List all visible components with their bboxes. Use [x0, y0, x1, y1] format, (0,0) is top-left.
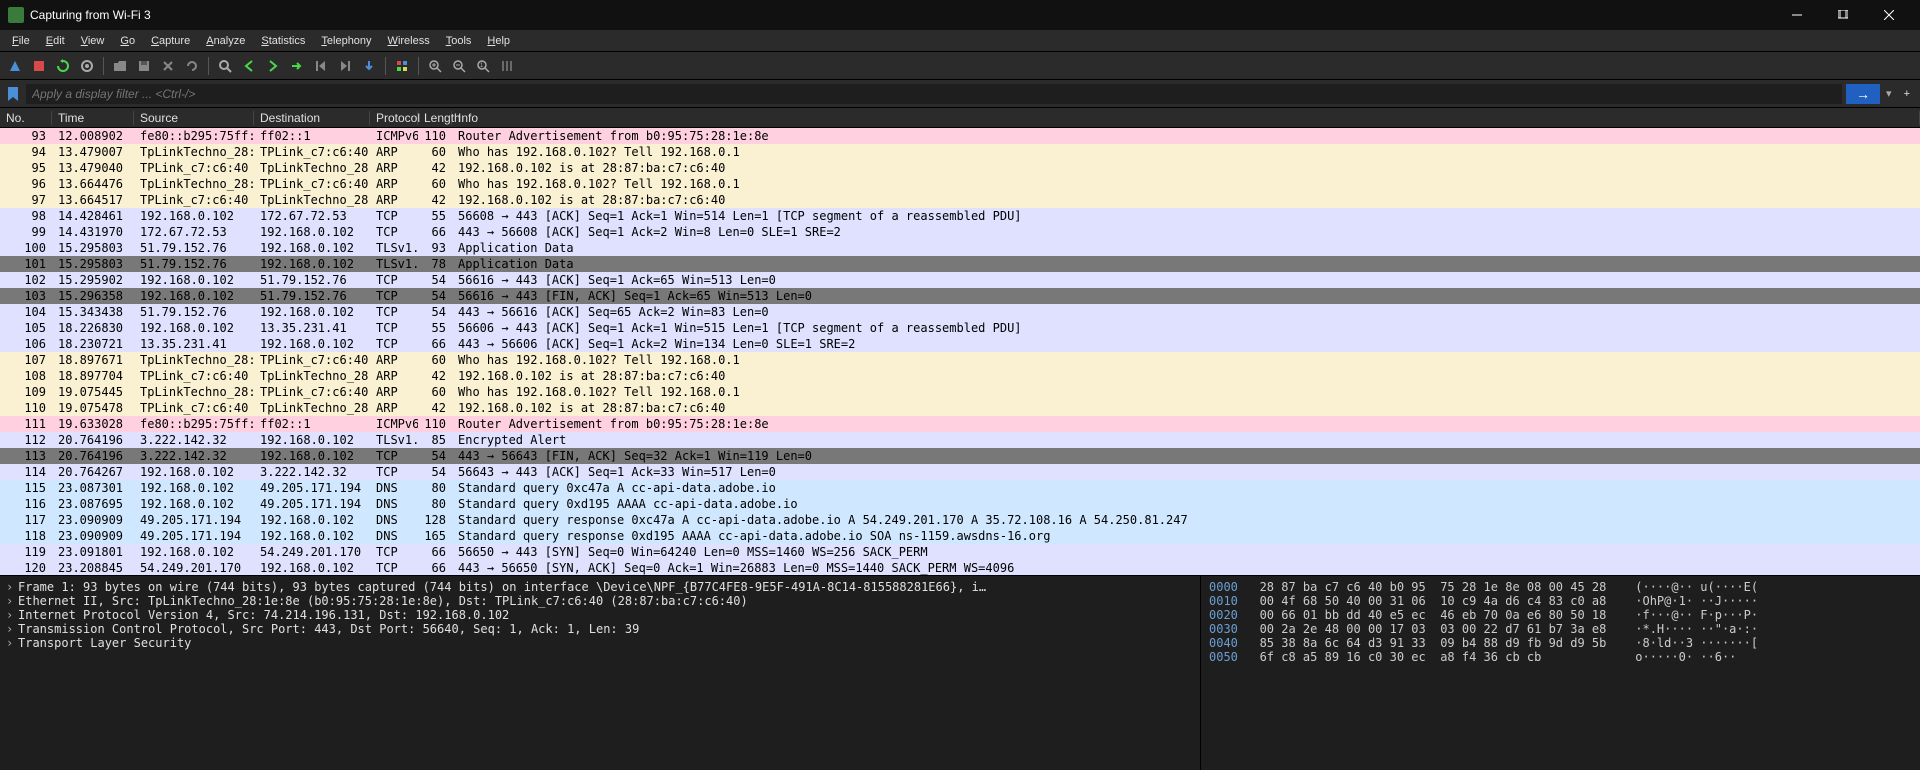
- detail-tree-item[interactable]: ›Transmission Control Protocol, Src Port…: [6, 622, 1194, 636]
- open-file-button[interactable]: [109, 55, 131, 77]
- goto-first-button[interactable]: [310, 55, 332, 77]
- packet-row[interactable]: 11119.633028fe80::b295:75ff:fe2…ff02::1I…: [0, 416, 1920, 432]
- detail-tree-item[interactable]: ›Ethernet II, Src: TpLinkTechno_28:1e:8e…: [6, 594, 1194, 608]
- reload-button[interactable]: [181, 55, 203, 77]
- column-protocol[interactable]: Protocol: [370, 111, 418, 125]
- packet-row[interactable]: 9413.479007TpLinkTechno_28:1e:…TPLink_c7…: [0, 144, 1920, 160]
- packet-details-pane[interactable]: ›Frame 1: 93 bytes on wire (744 bits), 9…: [0, 576, 1200, 770]
- menu-edit[interactable]: Edit: [38, 33, 73, 49]
- packet-row[interactable]: 9513.479040TPLink_c7:c6:40TpLinkTechno_2…: [0, 160, 1920, 176]
- packet-row[interactable]: 9613.664476TpLinkTechno_28:1e:…TPLink_c7…: [0, 176, 1920, 192]
- menu-analyze[interactable]: Analyze: [198, 33, 253, 49]
- bookmark-icon[interactable]: [4, 85, 22, 103]
- app-icon: [8, 7, 24, 23]
- column-no[interactable]: No.: [0, 111, 52, 125]
- display-filter-input[interactable]: [26, 84, 1842, 104]
- packet-list[interactable]: 9312.008902fe80::b295:75ff:fe2…ff02::1IC…: [0, 128, 1920, 575]
- menu-capture[interactable]: Capture: [143, 33, 198, 49]
- packet-row[interactable]: 10919.075445TpLinkTechno_28:1e:…TPLink_c…: [0, 384, 1920, 400]
- titlebar: Capturing from Wi-Fi 3: [0, 0, 1920, 30]
- filter-add-button[interactable]: +: [1898, 86, 1916, 102]
- stop-capture-button[interactable]: [28, 55, 50, 77]
- toolbar: 1: [0, 52, 1920, 80]
- maximize-button[interactable]: [1820, 0, 1866, 30]
- expand-caret-icon[interactable]: ›: [6, 594, 18, 608]
- capture-options-button[interactable]: [76, 55, 98, 77]
- menu-telephony[interactable]: Telephony: [313, 33, 379, 49]
- packet-row[interactable]: 9312.008902fe80::b295:75ff:fe2…ff02::1IC…: [0, 128, 1920, 144]
- expand-caret-icon[interactable]: ›: [6, 622, 18, 636]
- apply-filter-button[interactable]: →: [1846, 84, 1880, 104]
- separator: [103, 57, 104, 75]
- packet-row[interactable]: 11420.764267192.168.0.1023.222.142.32TCP…: [0, 464, 1920, 480]
- menu-file[interactable]: File: [4, 33, 38, 49]
- packet-row[interactable]: 11523.087301192.168.0.10249.205.171.194D…: [0, 480, 1920, 496]
- goto-last-button[interactable]: [334, 55, 356, 77]
- go-back-button[interactable]: [238, 55, 260, 77]
- packet-row[interactable]: 11019.075478TPLink_c7:c6:40TpLinkTechno_…: [0, 400, 1920, 416]
- expand-caret-icon[interactable]: ›: [6, 608, 18, 622]
- packet-bytes-pane[interactable]: 0000 28 87 ba c7 c6 40 b0 95 75 28 1e 8e…: [1200, 576, 1920, 770]
- separator: [418, 57, 419, 75]
- detail-tree-item[interactable]: ›Internet Protocol Version 4, Src: 74.21…: [6, 608, 1194, 622]
- packet-row[interactable]: 10415.34343851.79.152.76192.168.0.102TCP…: [0, 304, 1920, 320]
- column-destination[interactable]: Destination: [254, 111, 370, 125]
- menu-tools[interactable]: Tools: [438, 33, 480, 49]
- detail-tree-item[interactable]: ›Transport Layer Security: [6, 636, 1194, 650]
- resize-columns-button[interactable]: [496, 55, 518, 77]
- column-length[interactable]: Length: [418, 111, 452, 125]
- packet-row[interactable]: 10215.295902192.168.0.10251.79.152.76TCP…: [0, 272, 1920, 288]
- packet-row[interactable]: 11823.09090949.205.171.194192.168.0.102D…: [0, 528, 1920, 544]
- packet-row[interactable]: 10718.897671TpLinkTechno_28:1e:…TPLink_c…: [0, 352, 1920, 368]
- packet-row[interactable]: 11320.7641963.222.142.32192.168.0.102TCP…: [0, 448, 1920, 464]
- zoom-in-button[interactable]: [424, 55, 446, 77]
- packet-row[interactable]: 10618.23072113.35.231.41192.168.0.102TCP…: [0, 336, 1920, 352]
- column-source[interactable]: Source: [134, 111, 254, 125]
- zoom-reset-button[interactable]: 1: [472, 55, 494, 77]
- restart-capture-button[interactable]: [52, 55, 74, 77]
- packet-row[interactable]: 11623.087695192.168.0.10249.205.171.194D…: [0, 496, 1920, 512]
- packet-row[interactable]: 12023.20884554.249.201.170192.168.0.102T…: [0, 560, 1920, 575]
- close-button[interactable]: [1866, 0, 1912, 30]
- menu-view[interactable]: View: [73, 33, 113, 49]
- packet-row[interactable]: 10518.226830192.168.0.10213.35.231.41TCP…: [0, 320, 1920, 336]
- menu-help[interactable]: Help: [479, 33, 518, 49]
- separator: [208, 57, 209, 75]
- expand-caret-icon[interactable]: ›: [6, 636, 18, 650]
- colorize-button[interactable]: [391, 55, 413, 77]
- packet-row[interactable]: 11723.09090949.205.171.194192.168.0.102D…: [0, 512, 1920, 528]
- close-file-button[interactable]: [157, 55, 179, 77]
- menu-statistics[interactable]: Statistics: [253, 33, 313, 49]
- autoscroll-button[interactable]: [358, 55, 380, 77]
- column-time[interactable]: Time: [52, 111, 134, 125]
- find-packet-button[interactable]: [214, 55, 236, 77]
- save-file-button[interactable]: [133, 55, 155, 77]
- filter-bar: → ▾ +: [0, 80, 1920, 108]
- packet-row[interactable]: 11923.091801192.168.0.10254.249.201.170T…: [0, 544, 1920, 560]
- menu-go[interactable]: Go: [112, 33, 143, 49]
- packet-row[interactable]: 11220.7641963.222.142.32192.168.0.102TLS…: [0, 432, 1920, 448]
- zoom-out-button[interactable]: [448, 55, 470, 77]
- minimize-button[interactable]: [1774, 0, 1820, 30]
- start-capture-button[interactable]: [4, 55, 26, 77]
- separator: [385, 57, 386, 75]
- packet-row[interactable]: 9814.428461192.168.0.102172.67.72.53TCP5…: [0, 208, 1920, 224]
- menubar: FileEditViewGoCaptureAnalyzeStatisticsTe…: [0, 30, 1920, 52]
- packet-row[interactable]: 10115.29580351.79.152.76192.168.0.102TLS…: [0, 256, 1920, 272]
- goto-packet-button[interactable]: [286, 55, 308, 77]
- menu-wireless[interactable]: Wireless: [380, 33, 438, 49]
- packet-list-header[interactable]: No. Time Source Destination Protocol Len…: [0, 108, 1920, 128]
- window-title: Capturing from Wi-Fi 3: [30, 8, 1774, 22]
- packet-row[interactable]: 10015.29580351.79.152.76192.168.0.102TLS…: [0, 240, 1920, 256]
- packet-row[interactable]: 10315.296358192.168.0.10251.79.152.76TCP…: [0, 288, 1920, 304]
- packet-row[interactable]: 10818.897704TPLink_c7:c6:40TpLinkTechno_…: [0, 368, 1920, 384]
- expand-caret-icon[interactable]: ›: [6, 580, 18, 594]
- go-forward-button[interactable]: [262, 55, 284, 77]
- packet-row[interactable]: 9713.664517TPLink_c7:c6:40TpLinkTechno_2…: [0, 192, 1920, 208]
- column-info[interactable]: Info: [452, 111, 1920, 125]
- filter-expression-button[interactable]: ▾: [1880, 85, 1898, 102]
- detail-tree-item[interactable]: ›Frame 1: 93 bytes on wire (744 bits), 9…: [6, 580, 1194, 594]
- packet-row[interactable]: 9914.431970172.67.72.53192.168.0.102TCP6…: [0, 224, 1920, 240]
